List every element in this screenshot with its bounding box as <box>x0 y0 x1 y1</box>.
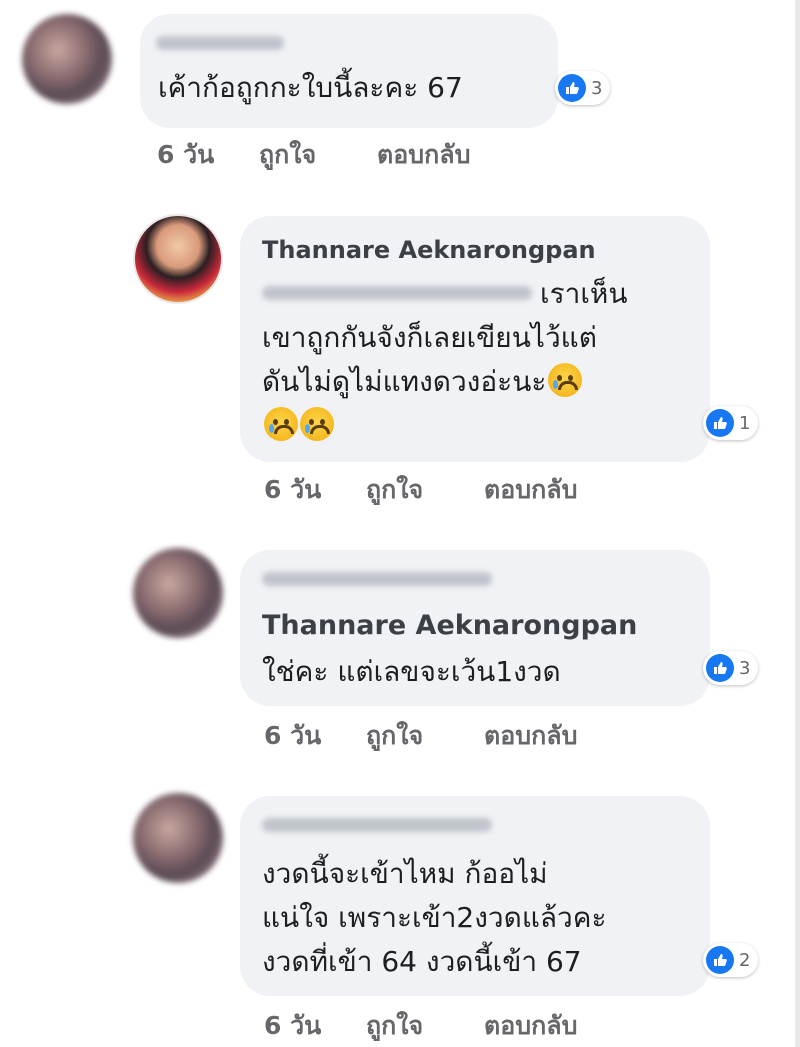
comment-bubble: เค้าก้อถูกกะใบนี้ละคะ 67 <box>140 14 558 128</box>
comment-text: งวดที่เข้า 64 งวดนี้เข้า 67 <box>262 945 582 978</box>
reply-link[interactable]: ตอบกลับ <box>484 470 577 510</box>
comment-text: ใช่คะ แต่เลขจะเว้น1งวด <box>262 655 561 688</box>
comment-text: เขาถูกกันจังก็เลยเขียนไว้แต่ <box>262 321 597 354</box>
comment-actions: 6 วัน ถูกใจ ตอบกลับ <box>264 470 664 504</box>
sad-tear-emoji-icon <box>548 363 583 397</box>
like-link[interactable]: ถูกใจ <box>259 135 316 175</box>
thumbs-up-icon <box>706 946 734 974</box>
comment-actions: 6 วัน ถูกใจ ตอบกลับ <box>264 716 664 750</box>
reaction-count: 2 <box>739 949 751 971</box>
comment-text: ดันไม่ดูไม่แทงดวงอ่ะนะ <box>262 360 583 404</box>
reply-link[interactable]: ตอบกลับ <box>484 1006 577 1046</box>
like-link[interactable]: ถูกใจ <box>366 1006 423 1046</box>
emoji-row <box>262 404 334 448</box>
commenter-avatar[interactable] <box>133 793 223 883</box>
sad-tear-emoji-icon <box>300 407 334 441</box>
comment-text: งวดนี้จะเข้าไหม ก้ออไม่ <box>262 857 548 890</box>
reaction-count: 1 <box>739 412 751 434</box>
commenter-avatar[interactable] <box>22 14 112 104</box>
comment-actions: 6 วัน ถูกใจ ตอบกลับ <box>157 135 557 169</box>
sad-tear-emoji-icon <box>264 407 298 441</box>
reaction-count: 3 <box>739 657 751 679</box>
blurred-author-name[interactable] <box>156 36 284 50</box>
thumbs-up-icon <box>706 409 734 437</box>
reaction-badge[interactable]: 3 <box>555 71 611 105</box>
timestamp[interactable]: 6 วัน <box>264 716 321 756</box>
commenter-avatar[interactable] <box>133 548 223 638</box>
comment-text: เราเห็น <box>540 277 628 310</box>
comment-bubble: Thannare Aeknarongpan เราเห็น เขาถูกกันจ… <box>240 216 710 462</box>
comment-bubble: Thannare Aeknarongpan ใช่คะ แต่เลขจะเว้น… <box>240 550 710 706</box>
reply-link[interactable]: ตอบกลับ <box>377 135 470 175</box>
thumbs-up-icon <box>706 654 734 682</box>
comment-mention[interactable]: Thannare Aeknarongpan <box>262 610 637 641</box>
timestamp[interactable]: 6 วัน <box>264 470 321 510</box>
reaction-badge[interactable]: 2 <box>703 943 759 977</box>
comment-text: เค้าก้อถูกกะใบนี้ละคะ 67 <box>158 71 463 104</box>
thumbs-up-icon <box>558 74 586 102</box>
reaction-badge[interactable]: 1 <box>703 406 759 440</box>
scrollbar[interactable] <box>795 0 800 1047</box>
comment-author[interactable]: Thannare Aeknarongpan <box>262 236 596 264</box>
blurred-author-name[interactable] <box>262 818 492 832</box>
comment-actions: 6 วัน ถูกใจ ตอบกลับ <box>264 1006 664 1040</box>
comment-bubble: งวดนี้จะเข้าไหม ก้ออไม่ แน่ใจ เพราะเข้า2… <box>240 796 710 996</box>
reaction-count: 3 <box>591 77 603 99</box>
blurred-author-name[interactable] <box>262 572 492 586</box>
like-link[interactable]: ถูกใจ <box>366 716 423 756</box>
like-link[interactable]: ถูกใจ <box>366 470 423 510</box>
comment-text: แน่ใจ เพราะเข้า2งวดแล้วคะ <box>262 901 607 934</box>
timestamp[interactable]: 6 วัน <box>264 1006 321 1046</box>
reply-link[interactable]: ตอบกลับ <box>484 716 577 756</box>
comment-text-line: ดันไม่ดูไม่แทงดวงอ่ะนะ <box>262 365 547 398</box>
reaction-badge[interactable]: 3 <box>703 651 759 685</box>
timestamp[interactable]: 6 วัน <box>157 135 214 175</box>
blurred-mention[interactable] <box>262 286 532 300</box>
commenter-avatar[interactable] <box>133 214 223 304</box>
